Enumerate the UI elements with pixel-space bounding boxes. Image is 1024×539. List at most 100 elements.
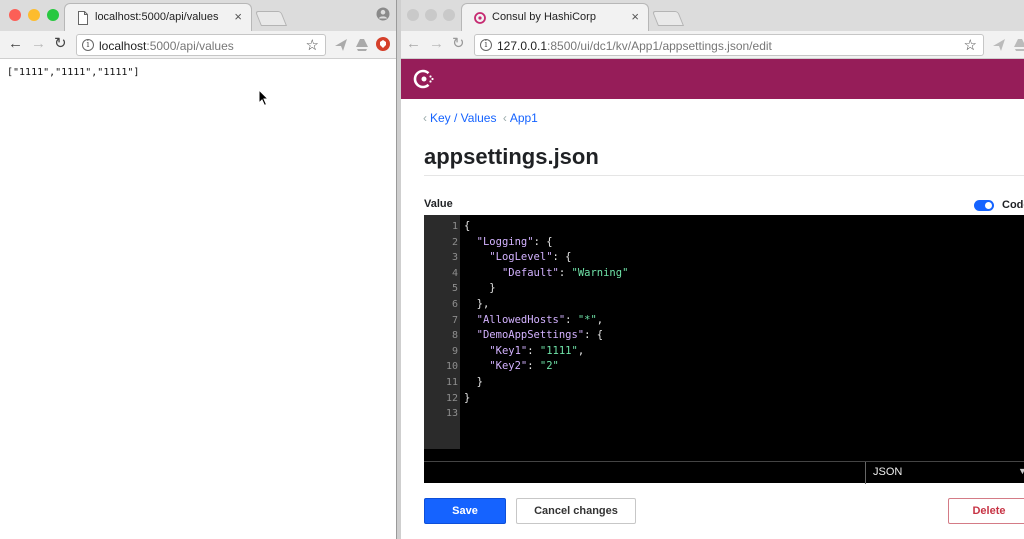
json-key: "Key1" (489, 344, 528, 357)
star-icon[interactable]: ☆ (306, 36, 319, 54)
code-line: "Key2": "2" (464, 360, 559, 372)
chevron-left-icon: ‹ (502, 111, 507, 125)
line-number: 10 (445, 361, 458, 373)
json-key: "LogLevel" (489, 251, 553, 264)
right-address-bar[interactable]: i 127.0.0.1:8500/ui/dc1/kv/App1/appsetti… (474, 34, 984, 56)
json-punctuation: : (527, 360, 540, 373)
value-label: Value (424, 198, 453, 210)
page-icon (78, 11, 88, 25)
right-tab-title: Consul by HashiCorp (492, 11, 596, 23)
close-tab-icon[interactable]: × (631, 9, 639, 24)
editor-mode-bar: JSON ▼ (424, 461, 1024, 484)
left-address-bar[interactable]: i localhost:5000/api/values ☆ (76, 34, 326, 56)
json-punctuation: } (464, 391, 471, 404)
profile-icon[interactable] (376, 7, 390, 21)
extension-shield-icon[interactable] (376, 37, 390, 51)
left-tab-api-values[interactable]: localhost:5000/api/values × (64, 3, 252, 31)
extension-drive-icon[interactable] (1013, 38, 1024, 52)
info-icon[interactable]: i (480, 39, 492, 51)
back-arrow-icon[interactable]: ← (406, 36, 421, 52)
json-punctuation (464, 236, 477, 248)
json-punctuation (464, 251, 489, 263)
code-line: } (464, 376, 483, 388)
code-line: "Key1": "1111", (464, 345, 584, 357)
json-punctuation: : { (584, 329, 604, 342)
extension-drive-icon[interactable] (355, 38, 369, 52)
reload-icon[interactable]: ↻ (452, 36, 465, 52)
line-number: 8 (451, 330, 458, 342)
breadcrumb-key-values[interactable]: Key / Values (430, 111, 496, 125)
back-arrow-icon[interactable]: ← (8, 36, 23, 52)
line-number: 13 (445, 408, 458, 420)
right-browser-window: Consul by HashiCorp × ← → ↻ i 127.0.0.1:… (401, 0, 1024, 539)
json-punctuation: : (558, 266, 572, 279)
line-number: 2 (451, 236, 458, 248)
json-punctuation: : { (533, 235, 553, 248)
mode-select[interactable]: JSON (873, 466, 902, 478)
forward-arrow-icon[interactable]: → (31, 36, 46, 52)
line-number: 3 (451, 252, 458, 264)
left-url: localhost:5000/api/values (99, 39, 234, 53)
code-line: "Logging": { (464, 236, 553, 248)
json-key: "Key2" (489, 360, 528, 373)
info-icon[interactable]: i (82, 39, 94, 51)
line-number: 7 (451, 314, 458, 326)
right-toolbar: ← → ↻ i 127.0.0.1:8500/ui/dc1/kv/App1/ap… (401, 31, 1024, 59)
page-title: appsettings.json (424, 144, 599, 169)
close-window-button[interactable] (407, 9, 419, 21)
minimize-window-button[interactable] (425, 9, 437, 21)
zoom-window-button[interactable] (443, 9, 455, 21)
chevron-left-icon: ‹ (423, 111, 427, 125)
extension-bird-icon[interactable] (992, 38, 1006, 52)
divider (865, 462, 866, 484)
code-line: "AllowedHosts": "*", (464, 314, 603, 326)
consul-logo-icon[interactable] (413, 68, 435, 90)
json-punctuation: , (577, 344, 585, 357)
mouse-cursor-icon (258, 89, 270, 107)
line-number: 9 (451, 345, 458, 357)
minimize-window-button[interactable] (28, 9, 40, 21)
left-browser-window: localhost:5000/api/values × ← → ↻ i loca… (0, 0, 397, 539)
api-response-text: ["1111","1111","1111"] (7, 67, 140, 78)
code-line: "LogLevel": { (464, 251, 571, 263)
cancel-changes-button[interactable]: Cancel changes (516, 498, 636, 524)
json-punctuation (464, 314, 477, 326)
json-key: "Default" (501, 266, 559, 279)
code-line: "DemoAppSettings": { (464, 329, 603, 341)
code-editor[interactable]: 1 2 3 4 5 6 7 8 9 10 11 12 13 { "Logging": { "LogLev… (424, 215, 1024, 461)
forward-arrow-icon[interactable]: → (429, 36, 444, 52)
json-string: "2" (539, 360, 559, 373)
json-punctuation: : (527, 344, 540, 357)
json-punctuation: : { (552, 251, 572, 264)
right-url: 127.0.0.1:8500/ui/dc1/kv/App1/appsetting… (497, 39, 772, 53)
reload-icon[interactable]: ↻ (54, 36, 67, 52)
breadcrumb-app1[interactable]: App1 (510, 111, 538, 125)
json-punctuation (464, 345, 489, 357)
chevron-down-icon[interactable]: ▼ (1018, 466, 1024, 476)
zoom-window-button[interactable] (47, 9, 59, 21)
right-tabstrip: Consul by HashiCorp × (401, 0, 1024, 31)
consul-logo-icon (474, 12, 486, 24)
code-line: }, (464, 298, 490, 310)
delete-button[interactable]: Delete (948, 498, 1024, 524)
json-punctuation (464, 267, 502, 279)
json-punctuation (464, 329, 477, 341)
code-toggle[interactable] (974, 200, 994, 211)
json-key: "AllowedHosts" (476, 313, 566, 326)
json-punctuation: { (464, 220, 471, 232)
close-window-button[interactable] (9, 9, 21, 21)
consul-header (401, 59, 1024, 99)
line-number: 4 (451, 267, 458, 279)
line-number: 11 (445, 377, 458, 388)
right-tab-consul[interactable]: Consul by HashiCorp × (461, 3, 649, 31)
new-tab-button[interactable] (651, 11, 685, 26)
line-number: 1 (451, 221, 458, 232)
json-string: "Warning" (571, 266, 629, 279)
close-tab-icon[interactable]: × (234, 9, 242, 24)
save-button[interactable]: Save (424, 498, 506, 524)
new-tab-button[interactable] (254, 11, 288, 26)
star-icon[interactable]: ☆ (964, 36, 977, 54)
json-key: "DemoAppSettings" (476, 329, 585, 342)
json-punctuation: }, (464, 298, 490, 310)
extension-bird-icon[interactable] (334, 38, 348, 52)
